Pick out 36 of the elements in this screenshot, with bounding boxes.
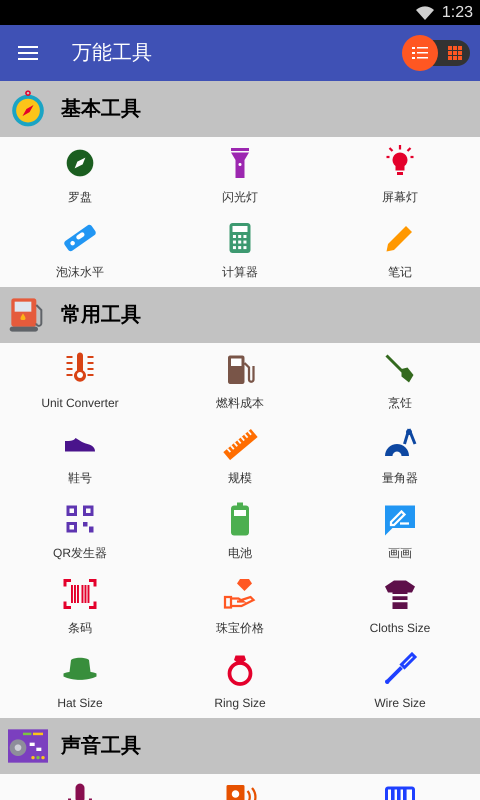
- tool-item[interactable]: 画画: [320, 493, 480, 568]
- tool-item[interactable]: 计算器: [160, 212, 320, 287]
- tool-item[interactable]: 量角器: [320, 418, 480, 493]
- tool-item[interactable]: 烹饪: [320, 343, 480, 418]
- app-title: 万能工具: [72, 41, 152, 66]
- grid-icon: [448, 46, 462, 60]
- status-time: 1:23: [442, 2, 473, 22]
- tool-item[interactable]: QR发生器: [0, 493, 160, 568]
- tool-item[interactable]: 电池: [160, 493, 320, 568]
- menu-button[interactable]: [18, 45, 38, 61]
- tool-item[interactable]: Ring Size: [160, 643, 320, 718]
- tool-item[interactable]: 泡沫水平: [0, 212, 160, 287]
- section-title: 常用工具: [61, 303, 141, 328]
- tool-item[interactable]: 闪光灯: [160, 137, 320, 212]
- tool-item[interactable]: 罗盘: [0, 137, 160, 212]
- view-toggle-option[interactable]: [402, 35, 438, 71]
- screwdriver-icon: [382, 651, 418, 687]
- tool-item[interactable]: 条码: [0, 568, 160, 643]
- barcode-icon: [62, 576, 98, 612]
- ruler-icon: [222, 426, 258, 462]
- tool-item[interactable]: 规模: [160, 418, 320, 493]
- list-icon: [412, 46, 428, 60]
- compass-icon: [64, 147, 96, 179]
- section-title: 声音工具: [61, 734, 141, 759]
- tool-item[interactable]: Cloths Size: [320, 568, 480, 643]
- wifi-icon: [416, 6, 434, 20]
- tool-item[interactable]: 珠宝价格: [160, 568, 320, 643]
- tool-item[interactable]: 屏幕灯: [320, 137, 480, 212]
- stopwatch-compass-icon: [9, 90, 47, 128]
- tool-item[interactable]: 笔记: [320, 212, 480, 287]
- tool-item[interactable]: 燃料成本: [160, 343, 320, 418]
- section-title: 基本工具: [61, 97, 141, 122]
- tool-item[interactable]: 鞋号: [0, 418, 160, 493]
- tool-item[interactable]: Hat Size: [0, 643, 160, 718]
- tool-item[interactable]: Wire Size: [320, 643, 480, 718]
- tool-item[interactable]: Unit Converter: [0, 343, 160, 418]
